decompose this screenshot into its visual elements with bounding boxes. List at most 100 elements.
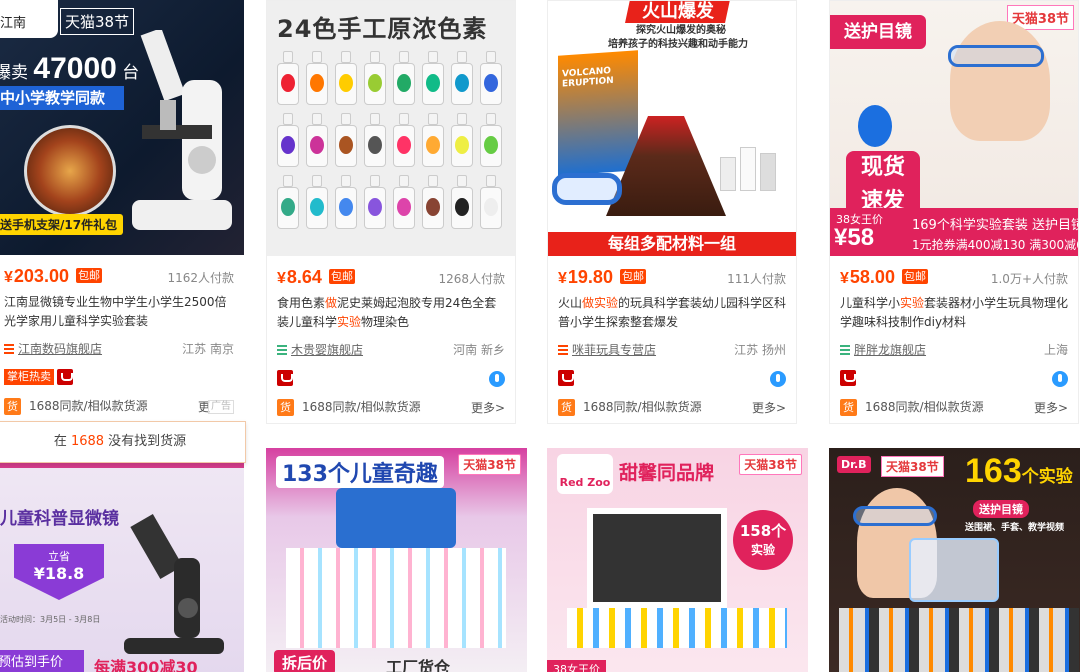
kit-box [909, 538, 999, 602]
tmall-icon[interactable] [57, 369, 73, 385]
shop-name-link[interactable]: 胖胖龙旗舰店 [854, 343, 926, 357]
product-card[interactable]: 送护目镜 天猫38节 现货 速发 38女王价 ¥58 169个科学实验套装 送护目… [829, 0, 1079, 424]
price-row: ¥58.00 包邮 1.0万+人付款 [840, 267, 1068, 287]
product-title[interactable]: 食用色素做泥史莱姆起泡胶专用24色全套装儿童科学实验物理染色 [277, 294, 507, 332]
dye-bottle [335, 113, 357, 169]
service-icon[interactable] [1052, 371, 1068, 387]
tmall-icon[interactable] [840, 370, 856, 386]
headline-text: 个实验 [1021, 467, 1073, 487]
shop-name-link[interactable]: 咪菲玩具专营店 [572, 343, 656, 357]
product-card[interactable]: 24色手工原浓色素 ¥8.64 包邮 1268人付款 食用色素做泥史莱姆起泡胶专… [266, 0, 516, 424]
image-headline: 火山爆发 [642, 1, 714, 22]
stock-text: 现货 [860, 155, 905, 180]
source-row: 货 1688同款/相似款货源 更多> [277, 398, 505, 416]
ad-badge: 广告 [208, 400, 234, 414]
savings-badge: 立省 ¥18.8 [14, 544, 104, 600]
source-label[interactable]: 1688同款/相似款货源 [302, 400, 421, 414]
dye-bottle [306, 113, 328, 169]
title-text[interactable]: 儿童科学小 [840, 296, 900, 310]
child-photo [950, 21, 1050, 141]
product-image[interactable]: 24色手工原浓色素 [267, 1, 515, 256]
source-row: 货 1688同款/相似款货源 更多> [558, 398, 786, 416]
dye-bottle [393, 51, 415, 107]
title-text[interactable]: 江南显微镜专业生物中学生小学生2500倍光学家用儿童科学实验套装 [4, 295, 227, 328]
balloon-image [858, 105, 892, 147]
source-icon: 货 [558, 399, 575, 416]
source-label[interactable]: 1688同款/相似款货源 [29, 399, 148, 413]
shop-row: 咪菲玩具专营店 江苏 扬州 [558, 341, 786, 359]
dye-bottle [364, 175, 386, 231]
tmall-icon[interactable] [558, 370, 574, 386]
image-bottom-promo: 工厂货仓 [386, 658, 451, 672]
service-icon[interactable] [489, 371, 505, 387]
title-text[interactable]: 物理染色 [361, 315, 409, 329]
image-bottom-label: 拆后价 [274, 650, 336, 672]
title-text[interactable]: 食用色素 [277, 296, 325, 310]
badge-row: 掌柜热卖 [4, 369, 234, 387]
product-box: VOLCANO ERUPTION [558, 50, 638, 176]
sales-count: 111人付款 [727, 272, 786, 286]
price-row: ¥19.80 包邮 111人付款 [558, 267, 786, 287]
count-value: 158个 [739, 522, 787, 540]
product-title[interactable]: 儿童科学小实验套装器材小学生玩具物理化学趣味科技制作diy材料 [840, 294, 1070, 332]
image-headline: 甜馨同品牌 [619, 462, 715, 484]
title-highlight[interactable]: 做实验 [582, 296, 618, 310]
shop-name-link[interactable]: 木贵婴旗舰店 [291, 343, 363, 357]
product-image[interactable]: 江南 天猫38节 爆卖 47000 台 中小学教学同款 送手机支架/17件礼包 [0, 0, 244, 255]
product-card[interactable]: 江南 天猫38节 爆卖 47000 台 中小学教学同款 送手机支架/17件礼包 [0, 0, 244, 424]
shop-row: 木贵婴旗舰店 河南 新乡 [277, 341, 505, 359]
shop-row: 胖胖龙旗舰店 上海 [840, 341, 1068, 359]
price: ¥8.64 [277, 267, 322, 287]
dye-bottle [277, 175, 299, 231]
price-row: ¥203.00 包邮 1162人付款 [4, 266, 234, 286]
product-card[interactable]: Red Zoo 甜馨同品牌 天猫38节 158个 实验 38女王价 [547, 448, 808, 672]
dye-bottle [480, 175, 502, 231]
product-image[interactable]: 火山爆发 探究火山爆发的奥秘 培养孩子的科技兴趣和动手能力 VOLCANO ER… [548, 1, 796, 256]
promo-text: 169个科学实验套装 送护目镜 [912, 218, 1078, 233]
product-card[interactable]: 133个儿童奇趣 天猫38节 拆后价 工厂货仓 [266, 448, 527, 672]
kit-contents [567, 608, 787, 648]
title-text[interactable]: 火山 [558, 296, 582, 310]
product-image[interactable]: 送护目镜 天猫38节 现货 速发 38女王价 ¥58 169个科学实验套装 送护目… [830, 1, 1078, 256]
dye-bottle [451, 51, 473, 107]
dye-bottle [422, 113, 444, 169]
free-shipping-tag: 包邮 [620, 269, 647, 284]
more-link[interactable]: 更多> [1034, 399, 1068, 416]
product-grid: 江南 天猫38节 爆卖 47000 台 中小学教学同款 送手机支架/17件礼包 [0, 0, 1080, 672]
location: 江苏 南京 [182, 342, 234, 356]
dye-bottle [364, 113, 386, 169]
sales-count: 1.0万+人付款 [990, 272, 1068, 286]
tooltip-highlight: 1688 [70, 434, 105, 449]
more-link[interactable]: 更多> [471, 399, 505, 416]
image-bottom-promo: 每满300减30 [94, 658, 198, 672]
microscope-image [124, 514, 224, 654]
test-jars [720, 131, 784, 191]
product-card[interactable]: Dr.B 天猫38节 163个实验 送护目镜 送围裙、手套、教学视频 [829, 448, 1080, 672]
product-title[interactable]: 江南显微镜专业生物中学生小学生2500倍光学家用儿童科学实验套装 [4, 293, 236, 331]
shop-name-link[interactable]: 江南数码旗舰店 [18, 342, 102, 356]
price: ¥58.00 [840, 267, 895, 287]
sales-count: 1162人付款 [167, 271, 234, 285]
title-highlight[interactable]: 实验 [900, 296, 924, 310]
more-link[interactable]: 更多> [752, 399, 786, 416]
title-highlight[interactable]: 实验 [337, 315, 361, 329]
hot-seller-tag: 掌柜热卖 [4, 369, 54, 385]
tmall-icon[interactable] [277, 370, 293, 386]
service-icon[interactable] [770, 371, 786, 387]
shop-icon [840, 345, 850, 355]
badge-row [277, 370, 505, 388]
source-label[interactable]: 1688同款/相似款货源 [865, 400, 984, 414]
location: 江苏 扬州 [734, 343, 786, 357]
promo-sub: 1元抢券满400减130 满300减60 [912, 238, 1078, 252]
product-card[interactable]: 儿童科普显微镜 立省 ¥18.8 活动时间：3月5日 - 3月8日 预估到手价 … [0, 448, 244, 672]
image-headline: 133个儿童奇趣 [276, 456, 444, 488]
title-highlight[interactable]: 做 [325, 296, 337, 310]
price: ¥203.00 [4, 266, 69, 286]
source-label[interactable]: 1688同款/相似款货源 [583, 400, 702, 414]
price-row: ¥8.64 包邮 1268人付款 [277, 267, 505, 287]
goggles-image [552, 173, 622, 205]
shop-icon [558, 345, 568, 355]
product-title[interactable]: 火山做实验的玩具科学套装幼儿园科学区科普小学生探索整套爆发 [558, 294, 788, 332]
product-card[interactable]: 火山爆发 探究火山爆发的奥秘 培养孩子的科技兴趣和动手能力 VOLCANO ER… [547, 0, 797, 424]
price: ¥19.80 [558, 267, 613, 287]
